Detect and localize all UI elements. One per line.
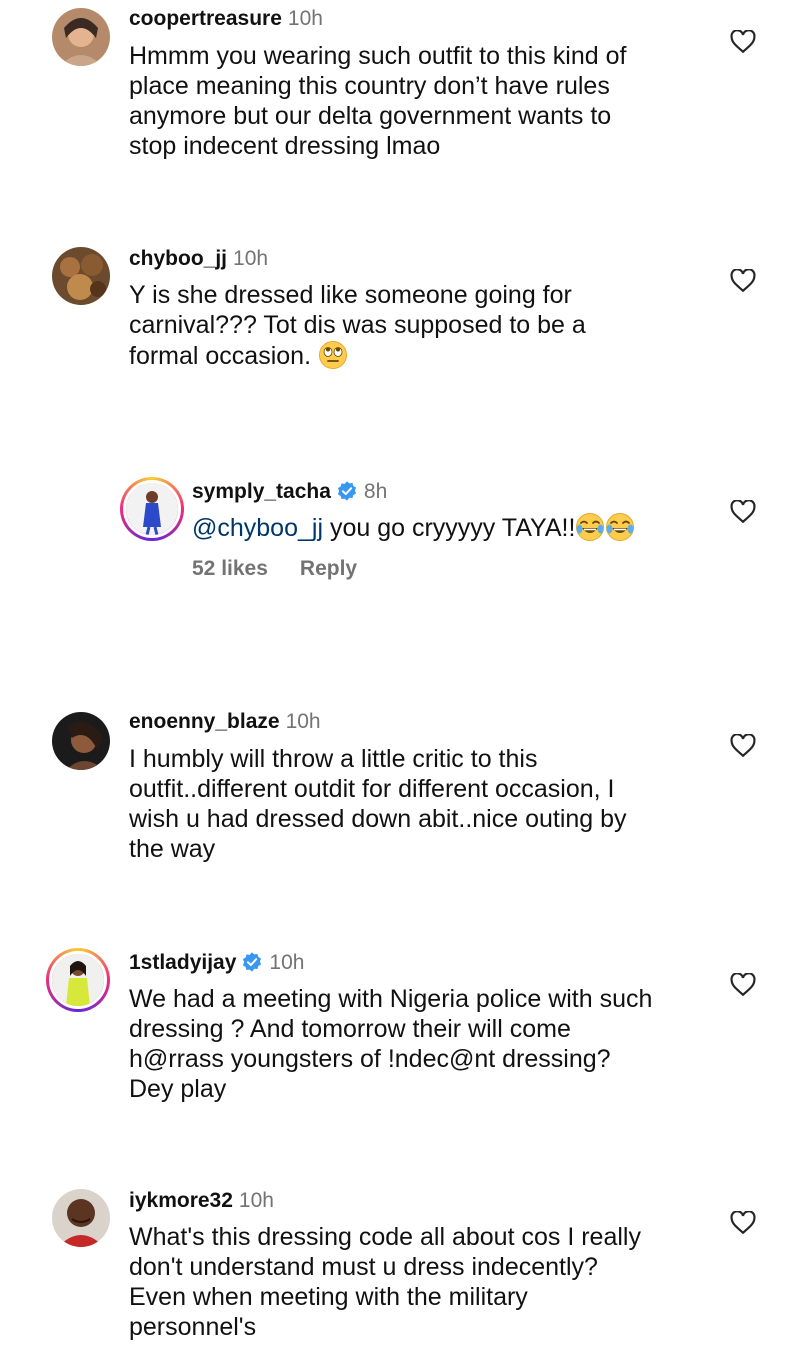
comment-text: Hmmm you wearing such outfit to this kin…	[129, 42, 627, 160]
comment-username[interactable]: chyboo_jj	[129, 247, 227, 270]
heart-icon[interactable]	[730, 269, 756, 293]
comment-username[interactable]: enoenny_blaze	[129, 710, 280, 733]
reply-button[interactable]: Reply	[300, 557, 357, 580]
comment-time: 10h	[285, 710, 321, 733]
heart-icon[interactable]	[730, 734, 756, 758]
verified-badge-icon	[243, 952, 262, 972]
comment-text: We had a meeting with Nigeria police wit…	[129, 985, 653, 1103]
avatar[interactable]	[52, 712, 110, 770]
avatar[interactable]	[52, 8, 110, 66]
comment-time: 8h	[363, 480, 388, 503]
heart-icon[interactable]	[730, 1211, 756, 1235]
likes-count-button[interactable]: 52 likes	[192, 557, 268, 580]
comment-time: 10h	[238, 1189, 274, 1212]
eye-roll-emoji-icon	[318, 341, 347, 369]
comment-text: What's this dressing code all about cos …	[129, 1223, 641, 1341]
heart-icon[interactable]	[730, 30, 756, 54]
heart-icon[interactable]	[730, 973, 756, 997]
comment-time: 10h	[233, 247, 269, 270]
comment-username[interactable]: 1stladyijay	[129, 951, 236, 974]
comment-text: Y is she dressed like someone going for …	[129, 281, 586, 370]
comment-time: 10h	[269, 951, 305, 974]
comment-text: @chyboo_jj you go cryyyyy TAYA!!	[192, 512, 635, 543]
heart-icon[interactable]	[730, 500, 756, 524]
tears-of-joy-emoji-icon	[576, 513, 605, 541]
avatar[interactable]	[120, 477, 184, 541]
avatar[interactable]	[46, 948, 110, 1012]
comment-username[interactable]: coopertreasure	[129, 7, 282, 30]
verified-badge-icon	[337, 481, 356, 501]
tears-of-joy-emoji-icon	[606, 513, 635, 541]
avatar[interactable]	[52, 247, 110, 305]
comment-username[interactable]: symply_tacha	[192, 480, 331, 503]
comment-text: I humbly will throw a little critic to t…	[129, 745, 627, 863]
comment-username[interactable]: iykmore32	[129, 1189, 233, 1212]
comment-time: 10h	[287, 7, 323, 30]
avatar[interactable]	[52, 1189, 110, 1247]
mention-link[interactable]: @chyboo_jj	[192, 514, 323, 542]
